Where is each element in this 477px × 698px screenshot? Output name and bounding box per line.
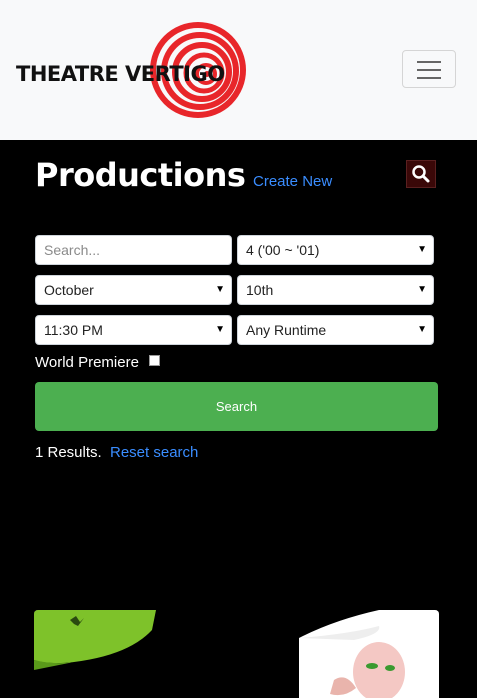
day-select[interactable]: 10th ▼ [237,275,434,305]
search-toggle-button[interactable] [406,160,436,188]
create-new-link[interactable]: Create New [253,173,332,190]
reset-search-link[interactable]: Reset search [110,444,198,461]
hamburger-icon-bar [417,77,441,79]
hamburger-icon [417,61,441,63]
theatre-vertigo-logo[interactable]: THEATRE VERTIGO [16,22,246,118]
time-value: 11:30 PM [44,322,103,338]
caret-down-icon: ▼ [215,284,225,295]
search-icon [412,165,430,183]
search-input[interactable]: Search... [35,235,232,265]
results-summary: 1 Results. [35,444,102,461]
world-premiere-checkbox[interactable] [149,355,160,366]
time-select[interactable]: 11:30 PM ▼ [35,315,232,345]
season-select[interactable]: 4 ('00 ~ '01) ▼ [237,235,434,265]
production-poster-image[interactable] [34,610,439,698]
season-value: 4 ('00 ~ '01) [246,242,320,258]
day-value: 10th [246,282,274,298]
search-placeholder: Search... [44,242,101,258]
caret-down-icon: ▼ [417,244,427,255]
nav-toggle-button[interactable] [402,50,456,88]
caret-down-icon: ▼ [215,324,225,335]
caret-down-icon: ▼ [417,324,427,335]
hamburger-icon-bar [417,69,441,71]
search-button[interactable]: Search [35,382,438,431]
brand-name: THEATRE VERTIGO [16,62,225,86]
page-title: Productions [35,156,246,194]
caret-down-icon: ▼ [417,284,427,295]
world-premiere-label: World Premiere [35,354,139,371]
month-value: October [44,282,94,298]
navbar: THEATRE VERTIGO [0,0,477,140]
month-select[interactable]: October ▼ [35,275,232,305]
runtime-select[interactable]: Any Runtime ▼ [237,315,434,345]
runtime-value: Any Runtime [246,322,327,338]
poster-artwork [34,610,439,698]
